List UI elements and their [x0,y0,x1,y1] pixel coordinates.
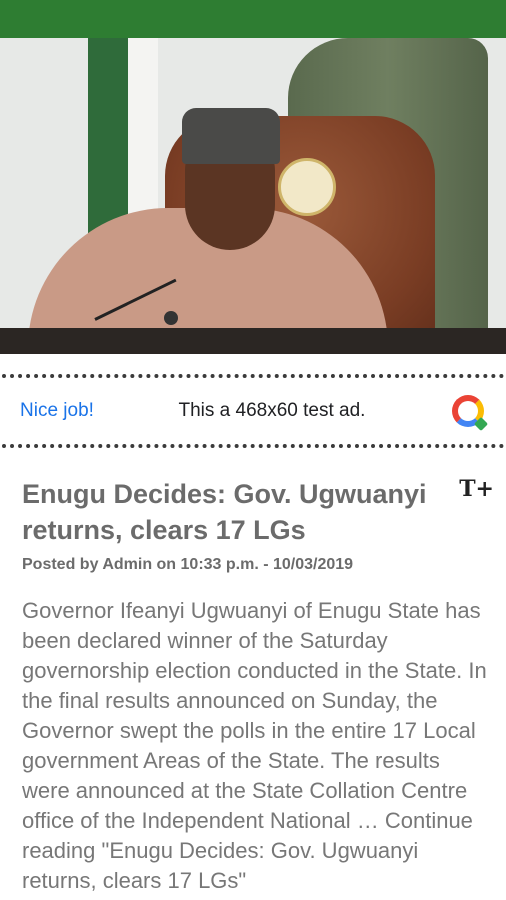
app-top-bar [0,0,506,38]
hero-microphone-head [164,311,178,325]
article-hero-image[interactable] [0,38,506,354]
article: Enugu Decides: Gov. Ugwuanyi returns, cl… [0,448,506,896]
hero-seal-icon [278,158,336,216]
text-size-icon[interactable]: T+ [459,476,494,502]
ad-banner[interactable]: Nice job! This a 468x60 test ad. [2,374,504,448]
article-title: Enugu Decides: Gov. Ugwuanyi returns, cl… [22,479,427,545]
hero-desk [0,328,506,354]
article-body: Governor Ifeanyi Ugwuanyi of Enugu State… [22,598,487,893]
ad-text: This a 468x60 test ad. [178,400,366,421]
hero-person-cap [182,108,280,164]
google-ads-logo-icon [450,393,489,432]
article-meta: Posted by Admin on 10:33 p.m. - 10/03/20… [22,556,354,573]
ad-nice-label: Nice job! [20,400,94,421]
